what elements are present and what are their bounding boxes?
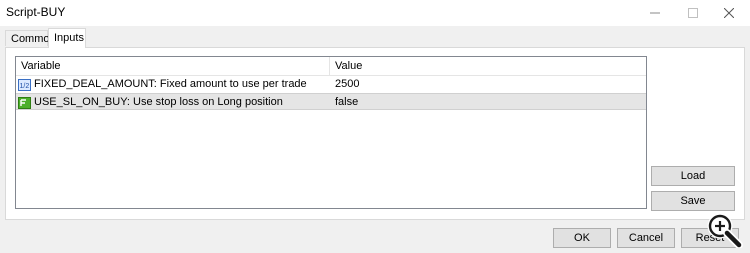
inputs-table: Variable Value 1/2 FIXED_DEAL_AMOUNT: Fi… [15,56,647,209]
window-title: Script-BUY [6,5,66,19]
close-icon [724,8,734,18]
ok-button[interactable]: OK [553,228,611,248]
table-row[interactable]: USE_SL_ON_BUY: Use stop loss on Long pos… [16,93,646,110]
boolean-param-icon [18,96,31,109]
title-bar: Script-BUY [0,0,750,26]
cancel-button[interactable]: Cancel [617,228,675,248]
minimize-icon [650,12,660,14]
maximize-button[interactable] [676,0,710,26]
table-row[interactable]: 1/2 FIXED_DEAL_AMOUNT: Fixed amount to u… [16,76,646,93]
svg-text:1/2: 1/2 [20,83,30,90]
save-button[interactable]: Save [651,191,735,211]
table-header: Variable Value [16,57,646,76]
column-header-variable[interactable]: Variable [16,57,330,75]
zoom-in-icon [707,213,743,248]
column-header-value[interactable]: Value [330,57,646,75]
maximize-icon [688,8,698,18]
tab-common[interactable]: Common [5,30,56,46]
variable-name: FIXED_DEAL_AMOUNT: Fixed amount to use p… [34,78,307,90]
load-button[interactable]: Load [651,166,735,186]
variable-name: USE_SL_ON_BUY: Use stop loss on Long pos… [34,96,283,108]
inputs-panel: Variable Value 1/2 FIXED_DEAL_AMOUNT: Fi… [5,47,745,220]
close-button[interactable] [712,0,746,26]
variable-value[interactable]: 2500 [335,76,635,93]
tab-inputs[interactable]: Inputs [48,28,86,48]
variable-value[interactable]: false [335,94,635,111]
minimize-button[interactable] [638,0,672,26]
number-param-icon: 1/2 [18,78,31,91]
